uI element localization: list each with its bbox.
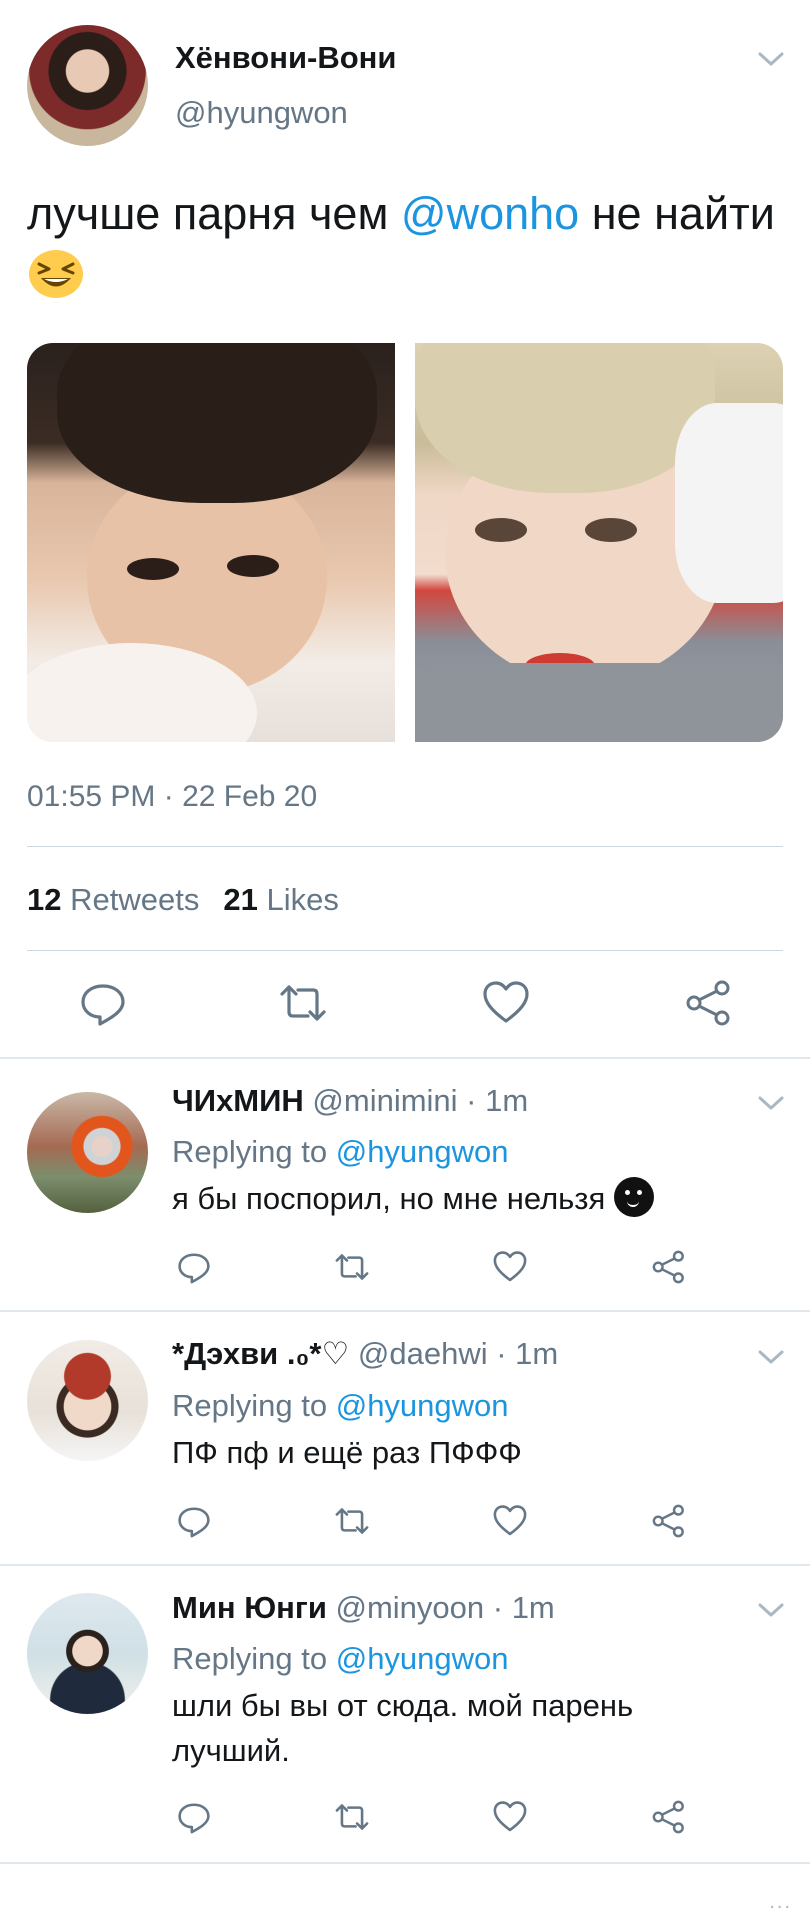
like-icon[interactable] xyxy=(492,1249,528,1285)
reply-icon[interactable] xyxy=(176,1799,212,1835)
tweet-timestamp[interactable]: 01:55 PM · 22 Feb 20 xyxy=(27,780,317,814)
reply-author-name[interactable]: ЧИхМИН xyxy=(172,1083,304,1118)
reply-icon[interactable] xyxy=(78,978,128,1028)
section-divider xyxy=(0,1057,810,1059)
retweets-stat[interactable]: 12 Retweets xyxy=(27,882,199,917)
reply-author-meta[interactable]: @minimini · 1m xyxy=(304,1083,528,1118)
reply-menu-chevron-down-icon[interactable] xyxy=(757,1599,785,1621)
tweet-photo-2[interactable] xyxy=(415,343,783,742)
replying-to: Replying to @hyungwon xyxy=(172,1388,509,1423)
reply-icon[interactable] xyxy=(176,1503,212,1539)
more-dots: ... xyxy=(769,1891,792,1913)
section-divider xyxy=(0,1564,810,1566)
reply-header: ЧИхМИН @minimini · 1m xyxy=(172,1083,528,1119)
reply-text: шли бы вы от сюда. мой парень лучший. xyxy=(172,1688,634,1768)
share-icon[interactable] xyxy=(651,1503,687,1539)
grinning-squinting-face-icon xyxy=(27,247,85,299)
like-icon[interactable] xyxy=(492,1503,528,1539)
reply-author-meta[interactable]: @daehwi · 1m xyxy=(349,1336,558,1371)
tweet-photo-1[interactable] xyxy=(27,343,395,742)
retweet-icon[interactable] xyxy=(334,1503,370,1539)
tweet-stats: 12 Retweets 21 Likes xyxy=(27,882,339,918)
likes-stat[interactable]: 21 Likes xyxy=(223,882,338,917)
share-icon[interactable] xyxy=(651,1799,687,1835)
retweet-icon[interactable] xyxy=(278,978,328,1028)
reply-author-meta[interactable]: @minyoon · 1m xyxy=(327,1590,555,1625)
tweet-text-before: лучше парня чем xyxy=(27,188,401,239)
replying-to-handle[interactable]: @hyungwon xyxy=(336,1388,509,1423)
tweet-text: лучше парня чем @wonho не найти xyxy=(27,183,787,307)
divider xyxy=(27,950,783,951)
reply-menu-chevron-down-icon[interactable] xyxy=(757,1092,785,1114)
face-emoji-icon xyxy=(613,1177,654,1217)
reply-header: Мин Юнги @minyoon · 1m xyxy=(172,1590,555,1626)
like-icon[interactable] xyxy=(481,978,531,1028)
like-icon[interactable] xyxy=(492,1799,528,1835)
mention-link[interactable]: @wonho xyxy=(401,188,579,239)
reply-avatar[interactable] xyxy=(27,1340,148,1461)
retweet-icon[interactable] xyxy=(334,1799,370,1835)
share-icon[interactable] xyxy=(684,978,734,1028)
replying-to-handle[interactable]: @hyungwon xyxy=(336,1134,509,1169)
reply-menu-chevron-down-icon[interactable] xyxy=(757,1346,785,1368)
section-divider xyxy=(0,1862,810,1864)
reply-avatar[interactable] xyxy=(27,1092,148,1213)
retweet-icon[interactable] xyxy=(334,1249,370,1285)
author-handle[interactable]: @hyungwon xyxy=(175,95,348,131)
tweet-text-after: не найти xyxy=(579,188,775,239)
section-divider xyxy=(0,1310,810,1312)
tweet-menu-chevron-down-icon[interactable] xyxy=(757,48,785,70)
reply-icon[interactable] xyxy=(176,1249,212,1285)
replying-to-handle[interactable]: @hyungwon xyxy=(336,1641,509,1676)
divider xyxy=(27,846,783,847)
replying-to: Replying to @hyungwon xyxy=(172,1641,509,1676)
replying-to: Replying to @hyungwon xyxy=(172,1134,509,1169)
share-icon[interactable] xyxy=(651,1249,687,1285)
author-avatar[interactable] xyxy=(27,25,148,146)
reply-header: *Дэхви .₀*♡ @daehwi · 1m xyxy=(172,1336,558,1372)
reply-author-name[interactable]: Мин Юнги xyxy=(172,1590,327,1625)
reply-text: ПФ пф и ещё раз ПФФФ xyxy=(172,1435,522,1470)
reply-text: я бы поспорил, но мне нельзя xyxy=(172,1176,772,1221)
author-display-name[interactable]: Хёнвони-Вони xyxy=(175,40,396,76)
reply-avatar[interactable] xyxy=(27,1593,148,1714)
reply-author-name[interactable]: *Дэхви .₀*♡ xyxy=(172,1336,349,1371)
